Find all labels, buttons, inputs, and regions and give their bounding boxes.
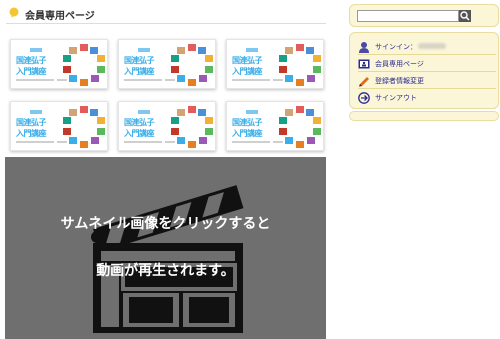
thumb-title-line1: 国連弘子 — [16, 56, 47, 65]
thumb-subtext — [124, 141, 162, 143]
thumb-badge — [246, 48, 258, 52]
search-icon — [460, 11, 470, 21]
thumb-subtext — [232, 141, 270, 143]
clapperboard-icon — [91, 185, 244, 333]
menu-item-signin-user: サインイン： — [358, 40, 496, 55]
page-header: 会員専用ページ — [6, 4, 326, 24]
flag-circle-art — [171, 106, 213, 148]
video-thumbnail[interactable]: 国連弘子 入門講座 — [118, 39, 216, 89]
flag-circle-art — [63, 44, 105, 86]
thumb-title-line2: 入門講座 — [232, 129, 263, 138]
thumb-badge — [30, 48, 42, 52]
member-page-icon — [358, 59, 370, 69]
menu-item-edit-profile[interactable]: 登録者情報変更 — [358, 74, 496, 89]
thumb-title-line1: 国連弘子 — [232, 56, 263, 65]
page-title: 会員専用ページ — [25, 11, 95, 22]
thumb-title-line2: 入門講座 — [124, 129, 155, 138]
video-thumbnail[interactable]: 国連弘子 入門講座 — [10, 101, 108, 151]
thumb-badge — [138, 110, 150, 114]
search-input[interactable] — [357, 10, 459, 22]
member-page-link[interactable]: 会員専用ページ — [375, 59, 424, 69]
thumb-subtext — [124, 79, 162, 81]
main-content: 会員専用ページ 国連弘子 入門講座 国連弘子 入門講座 国連弘子 入門講座 国連… — [0, 0, 332, 339]
video-instruction-line2: 動画が再生されます。 — [96, 263, 235, 279]
thumb-title-line2: 入門講座 — [16, 129, 47, 138]
thumb-title-line2: 入門講座 — [124, 67, 155, 76]
pencil-icon — [359, 77, 369, 87]
thumb-subtext — [16, 79, 54, 81]
flag-circle-art — [171, 44, 213, 86]
search-button[interactable] — [459, 10, 471, 22]
signin-label: サインイン： — [375, 43, 417, 51]
video-player[interactable]: サムネイル画像をクリックすると 動画が再生されます。 — [5, 157, 326, 339]
flag-circle-art — [279, 106, 321, 148]
flag-circle-art — [279, 44, 321, 86]
thumb-subtext — [232, 79, 270, 81]
member-menu: サインイン： 会員専用ページ 登録者情報変更 サインアウト — [349, 32, 499, 109]
video-thumbnail[interactable]: 国連弘子 入門講座 — [226, 39, 324, 89]
user-icon — [359, 42, 369, 53]
edit-profile-link[interactable]: 登録者情報変更 — [375, 76, 424, 86]
thumb-title-line1: 国連弘子 — [16, 118, 47, 127]
menu-item-signout[interactable]: サインアウト — [358, 91, 496, 106]
signout-link[interactable]: サインアウト — [375, 93, 417, 103]
thumb-title-line2: 入門講座 — [16, 67, 47, 76]
speech-bubble-icon — [9, 7, 19, 18]
video-thumbnail[interactable]: 国連弘子 入門講座 — [118, 101, 216, 151]
menu-item-member-page[interactable]: 会員専用ページ — [358, 57, 496, 72]
sidebar-bottom-box — [349, 111, 499, 121]
thumb-title-line1: 国連弘子 — [124, 56, 155, 65]
signout-icon — [358, 92, 370, 104]
thumb-subtext — [16, 141, 54, 143]
video-instruction-line1: サムネイル画像をクリックすると — [60, 216, 271, 232]
thumb-badge — [30, 110, 42, 114]
user-name — [418, 43, 446, 49]
thumb-title-line1: 国連弘子 — [124, 118, 155, 127]
flag-circle-art — [63, 106, 105, 148]
video-thumbnail[interactable]: 国連弘子 入門講座 — [226, 101, 324, 151]
thumb-title-line2: 入門講座 — [232, 67, 263, 76]
thumb-badge — [246, 110, 258, 114]
thumb-title-line1: 国連弘子 — [232, 118, 263, 127]
search-box — [349, 4, 499, 27]
thumb-badge — [138, 48, 150, 52]
video-thumbnail[interactable]: 国連弘子 入門講座 — [10, 39, 108, 89]
